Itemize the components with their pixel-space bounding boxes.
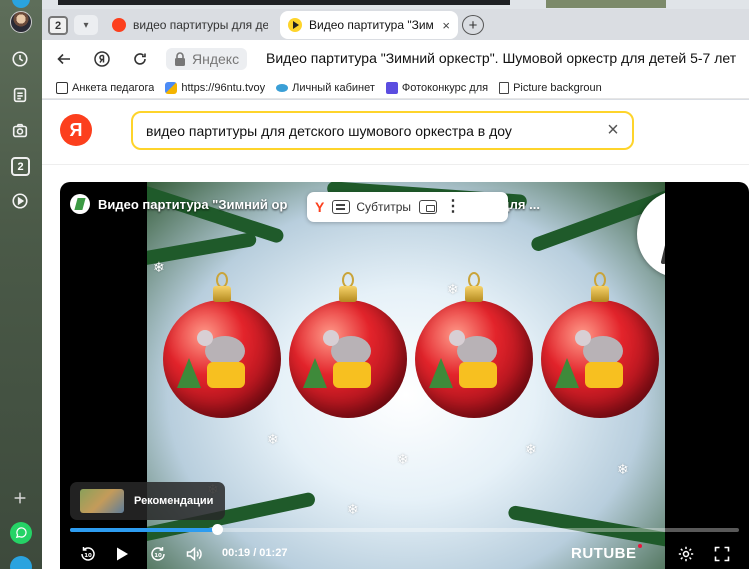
channel-icon xyxy=(70,194,90,214)
preview-thumb xyxy=(546,0,666,8)
subtitles-button[interactable]: Субтитры xyxy=(332,200,411,214)
snowflake-icon: ❄ xyxy=(617,461,629,477)
back-arrow-icon[interactable] xyxy=(54,49,74,69)
notes-icon[interactable] xyxy=(9,84,31,106)
forward-10-icon[interactable]: 10 xyxy=(148,544,168,564)
snowflake-icon: ❄ xyxy=(347,501,359,517)
yandex-translate-icon[interactable]: Y xyxy=(315,199,324,215)
browser-video-overlay: Y Субтитры ⋮ xyxy=(307,192,508,222)
rutube-logo[interactable]: RUTUBE xyxy=(571,544,642,562)
bookmark-anketa[interactable]: Анкета педагога xyxy=(56,81,155,94)
rewind-10-icon[interactable]: 10 xyxy=(78,544,98,564)
recommendation-thumbnail xyxy=(80,489,124,513)
triangle-instrument-icon xyxy=(637,190,665,278)
progress-fill xyxy=(70,528,218,532)
home-icon xyxy=(56,81,68,94)
screenshot-icon[interactable] xyxy=(9,120,31,142)
tab-strip: 2 ▾ видео партитуры для детс Видео парти… xyxy=(42,9,749,40)
recommendations-button[interactable]: Рекомендации xyxy=(70,482,226,520)
document-icon xyxy=(499,81,510,94)
christmas-ball xyxy=(289,272,407,418)
preview-thumb xyxy=(58,0,510,5)
volume-icon[interactable] xyxy=(184,544,204,564)
brand-dot xyxy=(637,544,642,548)
christmas-ball xyxy=(415,272,533,418)
bookmark-picture-background[interactable]: Picture backgroun xyxy=(499,81,602,94)
bookmark-label: https://96ntu.tvoy xyxy=(181,81,266,94)
divider xyxy=(42,164,749,165)
close-tab-icon[interactable]: × xyxy=(442,18,450,33)
history-icon[interactable] xyxy=(9,48,31,70)
snowflake-icon: ❄ xyxy=(397,451,409,467)
more-options-icon[interactable]: ⋮ xyxy=(445,199,461,215)
subtitles-label: Субтитры xyxy=(356,200,412,214)
tab-label: видео партитуры для детс xyxy=(133,18,268,32)
snowflake-icon: ❄ xyxy=(153,259,165,275)
page-title[interactable]: Видео партитура "Зимний оркестр". Шумово… xyxy=(266,50,736,66)
bookmark-label: Личный кабинет xyxy=(292,81,375,94)
site-favicon-icon xyxy=(276,83,289,92)
search-input[interactable] xyxy=(146,122,586,139)
christmas-ball xyxy=(541,272,659,418)
video-favicon-icon xyxy=(288,18,302,32)
yandex-favicon-icon xyxy=(112,18,126,32)
subtitles-icon xyxy=(332,200,351,214)
player-controls: 10 10 00:19 / 01:27 RUTUBE xyxy=(60,540,749,568)
clear-search-icon[interactable]: × xyxy=(604,119,622,141)
tab-count-badge[interactable]: 2 xyxy=(11,157,30,176)
tab-video[interactable]: Видео партитура "Зим × xyxy=(280,11,458,39)
play-circle-icon[interactable] xyxy=(9,190,31,212)
telegram-icon[interactable] xyxy=(10,556,32,569)
form-favicon-icon xyxy=(385,81,398,94)
video-title-text: Видео партитура "Зимний ор xyxy=(98,196,288,212)
site-name: Яндекс xyxy=(192,51,240,67)
site-identity-button[interactable]: Яндекс xyxy=(166,48,248,70)
yandex-home-icon[interactable] xyxy=(92,49,112,69)
telegram-icon[interactable] xyxy=(12,0,30,8)
bookmark-label: Фотоконкурс для xyxy=(401,81,489,94)
tab-preview-strip xyxy=(42,0,749,9)
whatsapp-icon[interactable] xyxy=(10,522,32,544)
christmas-ball xyxy=(163,272,281,418)
new-tab-button[interactable]: + xyxy=(462,15,484,35)
recommendations-label: Рекомендации xyxy=(134,495,214,507)
tab-counter[interactable]: 2 xyxy=(48,16,68,35)
bookmark-label: Picture backgroun xyxy=(513,81,602,94)
add-icon[interactable] xyxy=(9,487,31,509)
snowflake-icon: ❄ xyxy=(447,281,459,297)
play-icon[interactable] xyxy=(112,544,132,564)
lock-icon xyxy=(175,52,185,66)
settings-gear-icon[interactable] xyxy=(676,544,696,564)
profile-avatar[interactable] xyxy=(10,11,32,33)
tab-label: Видео партитура "Зим xyxy=(309,18,434,32)
bookmark-96ntu[interactable]: https://96ntu.tvoy xyxy=(165,81,266,94)
snowflake-icon: ❄ xyxy=(525,441,537,457)
bookmarks-bar: Анкета педагога https://96ntu.tvoy Личны… xyxy=(42,77,749,99)
page-content: Я × ❄ ❄ ❄ ❄ ❄ ❄ ❄ ❄ xyxy=(42,100,749,569)
snowflake-icon: ❄ xyxy=(267,431,279,447)
site-favicon-icon xyxy=(165,81,178,94)
bookmark-cabinet[interactable]: Личный кабинет xyxy=(276,82,375,94)
svg-text:10: 10 xyxy=(84,553,92,559)
progress-bar[interactable] xyxy=(70,524,739,535)
chevron-down-icon[interactable]: ▾ xyxy=(74,15,98,35)
tab-search-results[interactable]: видео партитуры для детс xyxy=(104,12,276,38)
fullscreen-icon[interactable] xyxy=(712,544,732,564)
video-player[interactable]: ❄ ❄ ❄ ❄ ❄ ❄ ❄ ❄ Видео партитура "Зимний … xyxy=(60,182,749,569)
reload-icon[interactable] xyxy=(130,49,150,69)
address-bar-row: Яндекс Видео партитура "Зимний оркестр".… xyxy=(42,40,749,77)
search-box[interactable]: × xyxy=(131,111,634,150)
bookmark-label: Анкета педагога xyxy=(72,81,155,94)
picture-in-picture-icon[interactable] xyxy=(419,200,438,214)
left-sidebar: 2 xyxy=(0,0,42,569)
brand-label: RUTUBE xyxy=(571,545,637,562)
svg-text:10: 10 xyxy=(154,553,162,559)
yandex-logo[interactable]: Я xyxy=(60,114,92,146)
playback-time: 00:19 / 01:27 xyxy=(222,547,288,559)
bookmark-photocontest[interactable]: Фотоконкурс для xyxy=(385,81,489,94)
